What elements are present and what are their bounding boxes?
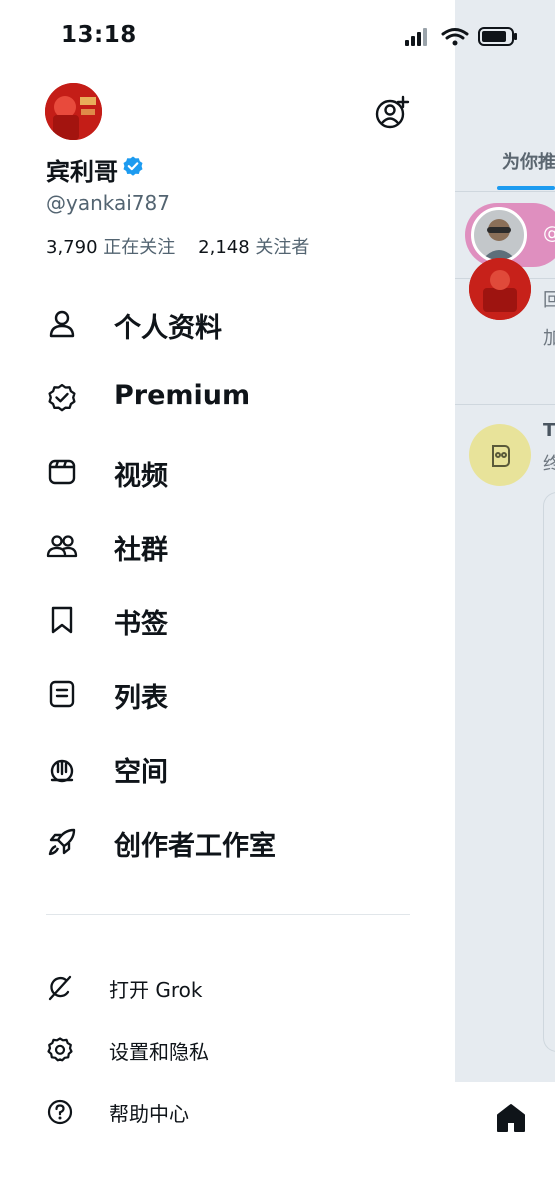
menu-label: 打开 Grok [109, 978, 203, 1002]
menu-item-help-center[interactable]: 帮助中心 [0, 1088, 455, 1134]
following-label: 正在关注 [103, 237, 176, 258]
menu-label: 书签 [114, 609, 168, 640]
followers-count: 2,148 [198, 237, 250, 258]
menu-label: 创作者工作室 [114, 831, 276, 862]
post-text: 回 [543, 290, 555, 311]
menu-item-grok[interactable]: 打开 Grok [0, 964, 455, 1010]
premium-badge-icon [48, 383, 76, 412]
tab-for-you[interactable]: 为你推 [502, 148, 555, 174]
following-link[interactable]: 3,790 正在关注 [46, 237, 175, 258]
person-icon [49, 310, 75, 338]
menu-item-profile[interactable]: 个人资料 [0, 294, 455, 354]
menu-item-bookmarks[interactable]: 书签 [0, 590, 455, 650]
menu-label: 社群 [114, 535, 168, 566]
media-card [543, 492, 555, 1052]
battery-icon [478, 27, 517, 46]
add-account-icon[interactable] [374, 95, 410, 129]
menu-item-lists[interactable]: 列表 [0, 664, 455, 724]
menu-item-settings[interactable]: 设置和隐私 [0, 1026, 455, 1072]
menu-label: Premium [114, 380, 251, 411]
rocket-icon [48, 828, 76, 856]
help-icon [47, 1099, 73, 1125]
home-icon[interactable] [495, 1102, 527, 1134]
list-icon [49, 680, 75, 708]
grok-icon [48, 975, 72, 1001]
navigation-drawer: 13:18 宾利哥 @yankai787 3,790 正在关注 2,148 关注… [0, 0, 517, 1200]
avatar[interactable] [469, 424, 531, 486]
bottom-nav-bar [455, 1082, 555, 1200]
menu-item-premium[interactable]: Premium [0, 368, 455, 428]
divider [46, 914, 410, 915]
verified-badge-icon [123, 156, 143, 176]
gear-icon [47, 1037, 73, 1062]
spaces-icon [50, 759, 74, 783]
bookmark-icon [51, 606, 73, 634]
status-icons [405, 27, 517, 46]
communities-icon [46, 535, 78, 558]
post-text: 终 [543, 454, 555, 475]
signal-icon [405, 28, 427, 46]
menu-item-spaces[interactable]: 空间 [0, 738, 455, 798]
timeline-tabs: 为你推 [455, 130, 555, 192]
profile-avatar[interactable] [45, 83, 102, 140]
following-count: 3,790 [46, 237, 98, 258]
menu-item-video[interactable]: 视频 [0, 442, 455, 502]
post-author: T [543, 420, 555, 441]
menu-label: 设置和隐私 [109, 1040, 209, 1064]
video-icon [48, 459, 76, 485]
menu-label: 帮助中心 [109, 1102, 189, 1126]
followers-label: 关注者 [255, 237, 310, 258]
menu-label: 个人资料 [114, 313, 222, 344]
pill-text: @ [543, 223, 555, 244]
avatar [471, 207, 527, 263]
post-text: 加 [543, 328, 555, 349]
followers-link[interactable]: 2,148 关注者 [198, 237, 309, 258]
tab-indicator [497, 186, 555, 190]
divider [455, 404, 555, 405]
follow-stats: 3,790 正在关注 2,148 关注者 [46, 233, 309, 259]
avatar[interactable] [469, 258, 531, 320]
live-pill[interactable]: @ [465, 203, 555, 267]
menu-item-creator-studio[interactable]: 创作者工作室 [0, 812, 455, 872]
handle: @yankai787 [46, 191, 170, 215]
status-time: 13:18 [61, 22, 137, 48]
menu-label: 空间 [114, 757, 168, 788]
menu-label: 视频 [114, 461, 168, 492]
menu-item-communities[interactable]: 社群 [0, 516, 455, 576]
wifi-icon [441, 28, 469, 46]
display-name[interactable]: 宾利哥 [46, 152, 118, 187]
menu-label: 列表 [114, 683, 168, 714]
